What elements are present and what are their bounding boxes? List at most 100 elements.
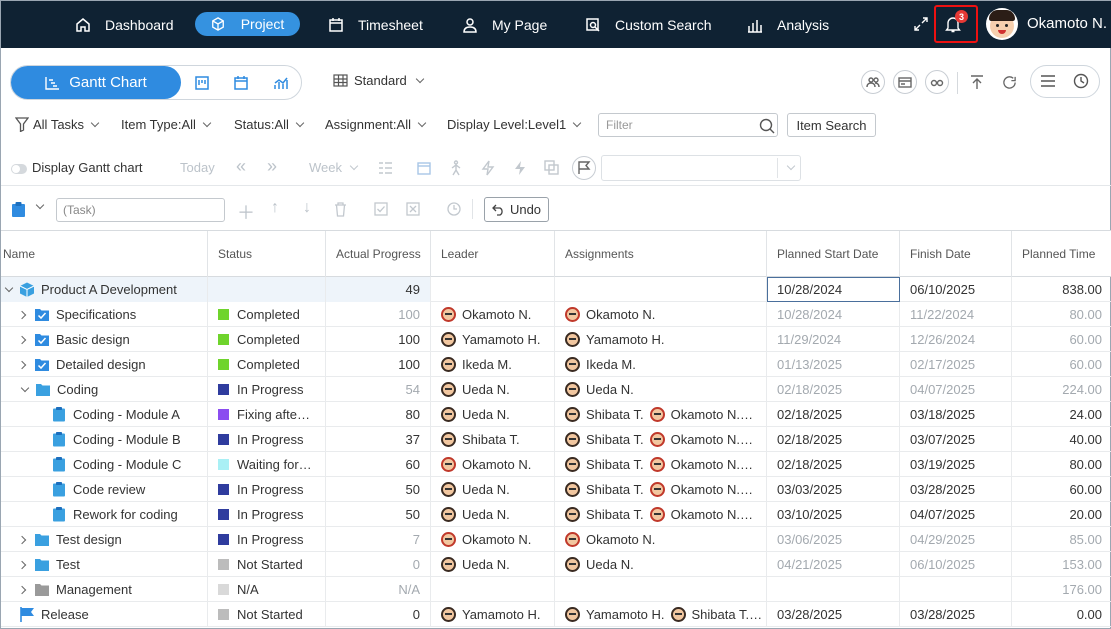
cell-assignments[interactable]: Shibata T. Okamoto N.… (555, 427, 767, 452)
board-icon[interactable] (194, 75, 210, 91)
cell-planned-time[interactable]: 20.00 (1012, 502, 1111, 527)
calendar-icon[interactable] (417, 161, 431, 175)
display-level-filter[interactable]: Display Level:Level1 (447, 117, 582, 132)
cell-start-date[interactable] (767, 577, 900, 602)
expand-caret-icon[interactable] (17, 585, 27, 594)
cell-name[interactable]: Coding (1, 377, 208, 402)
nav-custom-search[interactable]: Custom Search (585, 1, 711, 48)
table-row[interactable]: Test Not Started 0 Ueda N. Ueda N. 04/21/2025… (1, 552, 1111, 577)
cell-status[interactable]: In Progress (208, 502, 326, 527)
person[interactable]: Okamoto N.… (649, 457, 753, 472)
add-icon[interactable]: ＋ (237, 199, 255, 225)
cell-name[interactable]: Release (1, 602, 208, 627)
refresh-icon[interactable] (1002, 75, 1017, 90)
cell-progress[interactable]: 100 (326, 352, 431, 377)
expand-caret-icon[interactable] (17, 335, 27, 344)
cell-progress[interactable]: 50 (326, 502, 431, 527)
cell-assignments[interactable]: Shibata T. Okamoto N.… (555, 502, 767, 527)
baseline-select[interactable] (601, 155, 801, 181)
cell-planned-time[interactable]: 40.00 (1012, 427, 1111, 452)
cell-progress[interactable]: 80 (326, 402, 431, 427)
table-row[interactable]: Test design In Progress 7 Okamoto N. Okamoto… (1, 527, 1111, 552)
nav-my-page[interactable]: My Page (462, 1, 547, 48)
cell-name[interactable]: Basic design (1, 327, 208, 352)
table-row[interactable]: Product A Development 49 10/28/2024 06/10/2… (1, 277, 1111, 302)
move-to-top-icon[interactable] (969, 74, 985, 90)
table-row[interactable]: Coding - Module B In Progress 37 Shibata T.… (1, 427, 1111, 452)
cell-assignments[interactable]: Shibata T. Okamoto N.… (555, 402, 767, 427)
cell-name[interactable]: Coding - Module B (1, 427, 208, 452)
person[interactable]: Okamoto N.… (649, 482, 753, 497)
person[interactable]: Yamamoto H. (441, 332, 541, 347)
cell-assignments[interactable]: Ikeda M. (555, 352, 767, 377)
person[interactable]: Okamoto N.… (649, 507, 753, 522)
person[interactable]: Ikeda M. (441, 357, 512, 372)
cell-leader[interactable]: Ueda N. (431, 377, 555, 402)
column-header-start-date[interactable]: Planned Start Date (767, 231, 900, 277)
cell-start-date[interactable]: 03/06/2025 (767, 527, 900, 552)
cancel-box-icon[interactable] (406, 202, 420, 216)
cell-start-date[interactable]: 02/18/2025 (767, 402, 900, 427)
cell-finish-date[interactable]: 04/29/2025 (900, 527, 1012, 552)
cell-name[interactable]: Detailed design (1, 352, 208, 377)
cell-leader[interactable]: Okamoto N. (431, 452, 555, 477)
person[interactable]: Ikeda M. (565, 357, 636, 372)
cell-planned-time[interactable]: 24.00 (1012, 402, 1111, 427)
expand-icon[interactable] (913, 16, 929, 32)
item-type-filter[interactable]: Item Type:All (121, 117, 212, 132)
cell-assignments[interactable]: Shibata T. Okamoto N.… (555, 452, 767, 477)
members-button[interactable] (861, 70, 885, 94)
week-select[interactable]: Week (309, 160, 342, 175)
column-header-finish-date[interactable]: Finish Date (900, 231, 1012, 277)
person[interactable]: Ueda N. (441, 382, 510, 397)
cell-start-date[interactable]: 02/18/2025 (767, 427, 900, 452)
cell-name[interactable]: Management (1, 577, 208, 602)
double-chevron-left-icon[interactable]: « (236, 156, 246, 177)
person[interactable]: Ueda N. (565, 557, 634, 572)
status-filter[interactable]: Status:All (234, 117, 305, 132)
person[interactable]: Ueda N. (441, 507, 510, 522)
cell-progress[interactable]: 100 (326, 327, 431, 352)
expand-caret-icon[interactable] (17, 310, 27, 319)
cell-finish-date[interactable]: 06/10/2025 (900, 552, 1012, 577)
cell-status[interactable]: Not Started (208, 552, 326, 577)
person[interactable]: Yamamoto H. (565, 332, 665, 347)
layout-select[interactable]: Standard (333, 73, 425, 88)
cell-status[interactable]: N/A (208, 577, 326, 602)
cell-status[interactable]: In Progress (208, 377, 326, 402)
expand-caret-icon[interactable] (17, 360, 27, 369)
cell-status[interactable]: Completed (208, 302, 326, 327)
cell-start-date[interactable]: 11/29/2024 (767, 327, 900, 352)
arrow-down-icon[interactable]: ↓ (303, 199, 311, 217)
cell-status[interactable]: In Progress (208, 477, 326, 502)
cell-planned-time[interactable]: 838.00 (1012, 277, 1111, 302)
cell-finish-date[interactable]: 11/22/2024 (900, 302, 1012, 327)
walk-icon[interactable] (449, 160, 463, 176)
cell-assignments[interactable]: Yamamoto H. Shibata T.… (555, 602, 767, 627)
cell-status[interactable]: Fixing afte… (208, 402, 326, 427)
column-header-progress[interactable]: Actual Progress (326, 231, 431, 277)
table-row[interactable]: Coding - Module C Waiting for… 60 Okamoto N… (1, 452, 1111, 477)
hamburger-menu-icon[interactable] (1040, 74, 1056, 88)
cell-progress[interactable]: N/A (326, 577, 431, 602)
person[interactable]: Okamoto N. (441, 307, 531, 322)
table-row[interactable]: Basic design Completed 100 Yamamoto H. Yamam… (1, 327, 1111, 352)
table-row[interactable]: Coding In Progress 54 Ueda N. Ueda N. 02/18/2… (1, 377, 1111, 402)
cell-leader[interactable]: Okamoto N. (431, 527, 555, 552)
cell-planned-time[interactable]: 80.00 (1012, 302, 1111, 327)
cell-start-date[interactable]: 03/10/2025 (767, 502, 900, 527)
cell-finish-date[interactable]: 03/18/2025 (900, 402, 1012, 427)
clipboard-icon[interactable] (12, 202, 25, 217)
cell-status[interactable]: Completed (208, 327, 326, 352)
today-button[interactable]: Today (180, 160, 215, 175)
arrow-up-icon[interactable]: ↑ (271, 199, 279, 217)
copy-icon[interactable] (544, 160, 559, 175)
gantt-chart-button[interactable]: Gantt Chart (11, 66, 181, 99)
cell-name[interactable]: Coding - Module A (1, 402, 208, 427)
cell-planned-time[interactable]: 85.00 (1012, 527, 1111, 552)
undo-button[interactable]: Undo (484, 197, 549, 222)
cell-assignments[interactable] (555, 577, 767, 602)
flag-button[interactable] (572, 156, 596, 180)
cell-name[interactable]: Test (1, 552, 208, 577)
settings-clock-icon[interactable] (447, 202, 462, 217)
